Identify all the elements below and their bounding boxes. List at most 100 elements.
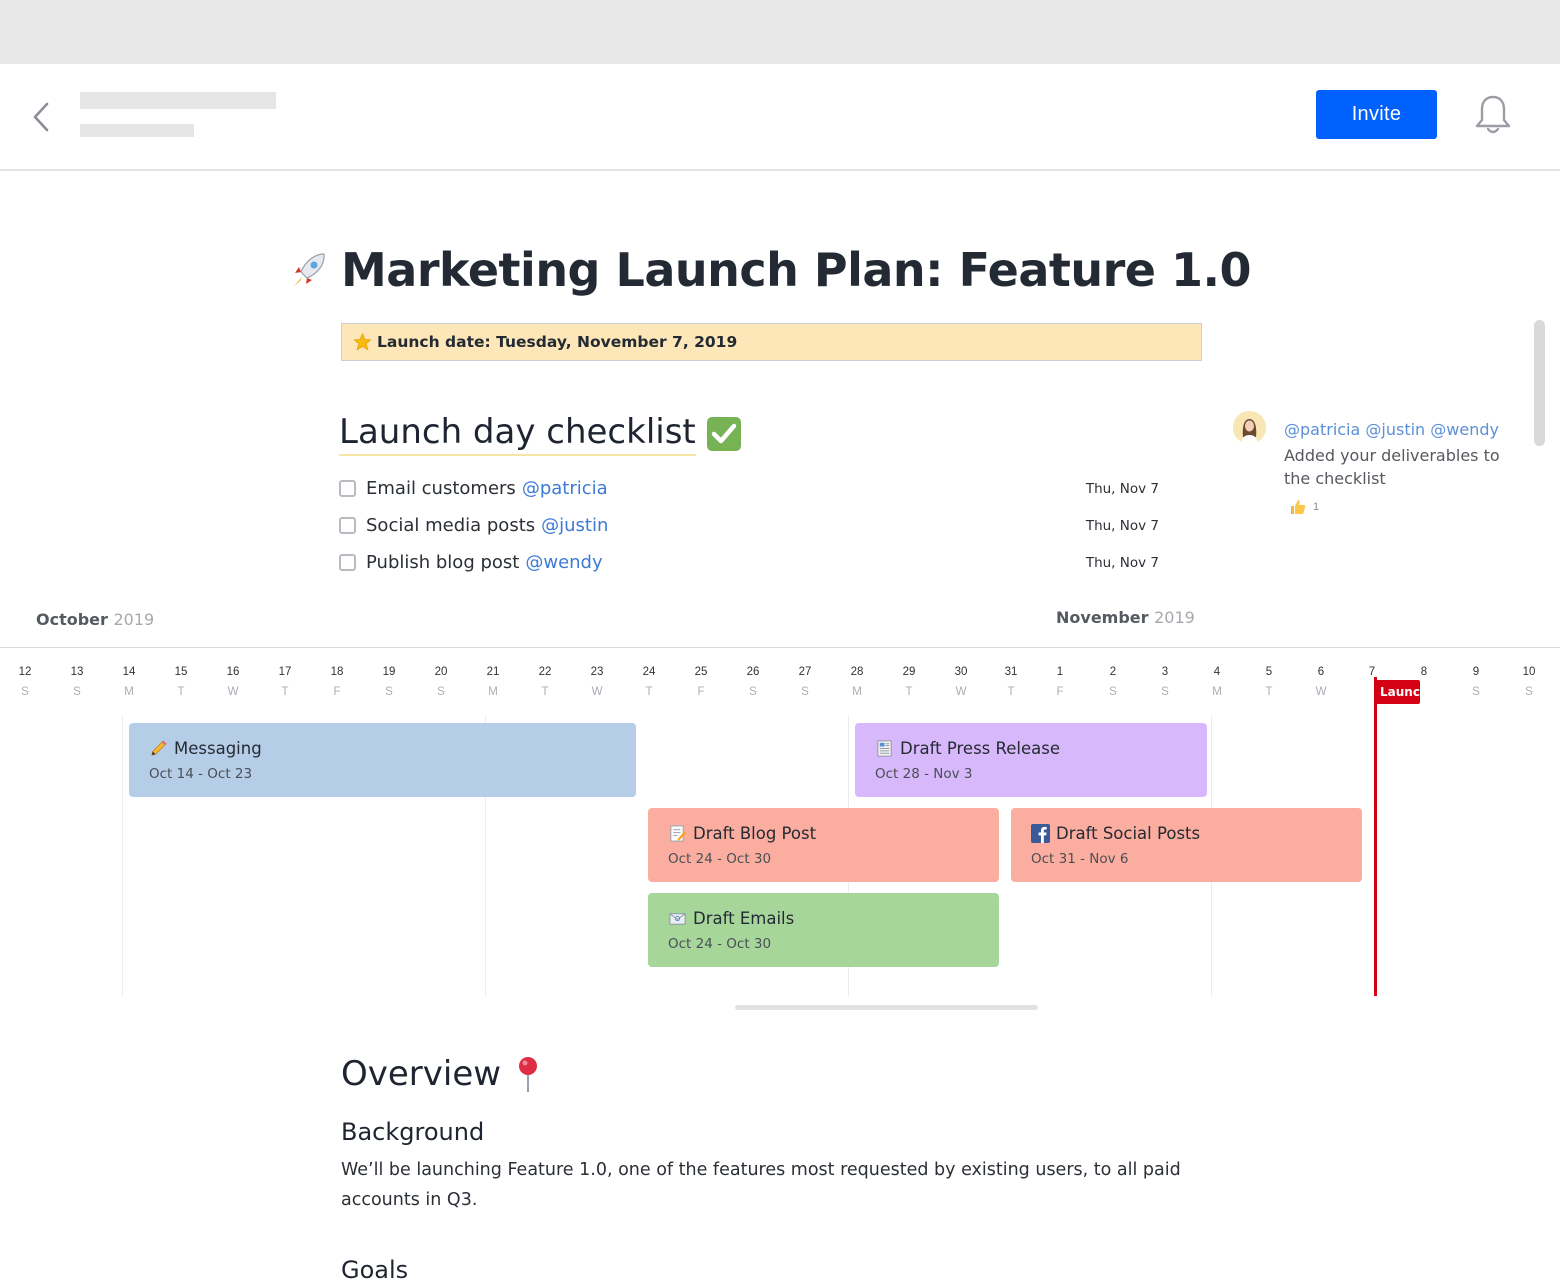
task-due-date[interactable]: Thu, Nov 7 [1086, 518, 1159, 534]
day-number: 13 [70, 666, 84, 678]
day-column: 29 T [894, 666, 924, 698]
task-checkbox[interactable] [339, 480, 356, 497]
browser-top-strip [0, 0, 1560, 64]
month-name: November [1056, 608, 1149, 627]
bar-title: Draft Social Posts [1056, 824, 1201, 843]
checklist: Email customers @patricia Thu, Nov 7 Soc… [339, 470, 1169, 581]
day-number: 20 [434, 666, 448, 678]
timeline-divider [0, 647, 1560, 648]
day-weekday: S [73, 686, 81, 698]
day-weekday: M [488, 686, 498, 698]
day-number: 18 [330, 666, 344, 678]
day-weekday: M [124, 686, 134, 698]
day-weekday: S [1109, 686, 1117, 698]
task-mention[interactable]: @wendy [525, 552, 602, 573]
month-name: October [36, 610, 108, 629]
day-number: 5 [1265, 666, 1273, 678]
page-title: Marketing Launch Plan: Feature 1.0 [341, 243, 1252, 297]
checklist-item: Social media posts @justin Thu, Nov 7 [339, 507, 1169, 544]
rocket-icon [294, 253, 325, 286]
timeline-bar-blog-post[interactable]: Draft Blog Post Oct 24 - Oct 30 [648, 808, 999, 882]
task-mention[interactable]: @patricia [522, 478, 608, 499]
day-number: 22 [538, 666, 552, 678]
day-column: 14 M [114, 666, 144, 698]
day-weekday: F [333, 686, 341, 698]
like-reaction[interactable]: 1 [1289, 498, 1319, 516]
day-weekday: T [281, 686, 289, 698]
newspaper-icon [877, 740, 892, 757]
day-weekday: W [591, 686, 603, 698]
day-column: 21 M [478, 666, 508, 698]
day-column: 10 S [1514, 666, 1544, 698]
task-mention[interactable]: @justin [541, 515, 608, 536]
task-label: Publish blog post [366, 552, 520, 573]
timeline-bar-press-release[interactable]: Draft Press Release Oct 28 - Nov 3 [855, 723, 1207, 797]
checklist-item: Email customers @patricia Thu, Nov 7 [339, 470, 1169, 507]
day-number: 6 [1317, 666, 1325, 678]
task-due-date[interactable]: Thu, Nov 7 [1086, 555, 1159, 571]
day-weekday: T [905, 686, 913, 698]
doc-path-placeholder [80, 124, 194, 137]
day-column: 4M [1202, 666, 1232, 698]
day-number: 3 [1161, 666, 1169, 678]
week-gridline [122, 716, 123, 996]
task-checkbox[interactable] [339, 517, 356, 534]
day-number: 30 [954, 666, 968, 678]
day-weekday: T [177, 686, 185, 698]
day-weekday: S [749, 686, 757, 698]
day-weekday: S [801, 686, 809, 698]
day-weekday: S [437, 686, 445, 698]
back-arrow-icon[interactable] [30, 100, 54, 134]
person-icon [1233, 411, 1266, 444]
memo-icon [670, 825, 687, 842]
day-number: 1 [1056, 666, 1064, 678]
day-number: 27 [798, 666, 812, 678]
timeline-bar-emails[interactable]: Draft Emails Oct 24 - Oct 30 [648, 893, 999, 967]
day-weekday: S [1472, 686, 1480, 698]
day-number: 2 [1109, 666, 1117, 678]
doc-name-placeholder [80, 92, 276, 109]
day-number: 15 [174, 666, 188, 678]
day-number: 19 [382, 666, 396, 678]
envelope-icon [669, 913, 686, 925]
launch-date-text: Launch date: Tuesday, November 7, 2019 [377, 333, 738, 351]
day-column: 15 T [166, 666, 196, 698]
bell-icon[interactable] [1473, 93, 1513, 137]
day-weekday: T [1007, 686, 1015, 698]
day-weekday: T [541, 686, 549, 698]
horizontal-scrollbar[interactable] [735, 1005, 1038, 1010]
launch-marker-flag[interactable]: Launch [1374, 680, 1420, 704]
day-weekday: M [1212, 686, 1222, 698]
bar-dates: Oct 31 - Nov 6 [1031, 851, 1129, 867]
day-number: 10 [1522, 666, 1536, 678]
timeline-bar-messaging[interactable]: Messaging Oct 14 - Oct 23 [129, 723, 636, 797]
facebook-icon [1031, 824, 1050, 843]
thumbs-up-icon [1291, 500, 1306, 514]
vertical-scrollbar[interactable] [1534, 320, 1545, 446]
overview-heading: Overview [341, 1054, 502, 1094]
invite-button[interactable]: Invite [1316, 90, 1437, 139]
comment-mentions[interactable]: @patricia @justin @wendy [1284, 420, 1499, 439]
day-weekday: S [21, 686, 29, 698]
day-column: 27 S [790, 666, 820, 698]
day-weekday: W [955, 686, 967, 698]
day-number: 24 [642, 666, 656, 678]
bar-dates: Oct 24 - Oct 30 [668, 936, 772, 952]
checklist-heading: Launch day checklist [339, 412, 696, 456]
task-checkbox[interactable] [339, 554, 356, 571]
day-column: 13 S [62, 666, 92, 698]
day-column: 1F [1045, 666, 1075, 698]
day-weekday: S [1161, 686, 1169, 698]
day-column: 12 S [10, 666, 40, 698]
like-count: 1 [1313, 501, 1320, 513]
checklist-heading-row: Launch day checklist [339, 412, 742, 456]
avatar[interactable] [1233, 411, 1266, 444]
task-due-date[interactable]: Thu, Nov 7 [1086, 481, 1159, 497]
app-header: Invite [0, 64, 1560, 171]
timeline-bar-social-posts[interactable]: Draft Social Posts Oct 31 - Nov 6 [1011, 808, 1362, 882]
day-weekday: W [1315, 686, 1327, 698]
pin-icon [519, 1057, 538, 1092]
day-column: 17 T [270, 666, 300, 698]
day-weekday: T [645, 686, 653, 698]
bar-title: Draft Blog Post [693, 824, 817, 843]
